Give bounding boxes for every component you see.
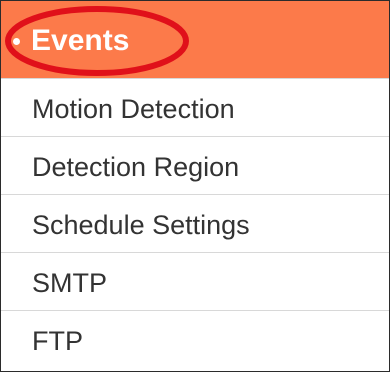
menu-item-label: Schedule Settings [32,210,250,240]
menu-item-schedule-settings[interactable]: Schedule Settings [1,195,389,253]
events-menu-panel: Events Motion Detection Detection Region… [0,0,390,372]
menu-item-label: FTP [32,326,83,356]
menu-header-events[interactable]: Events [1,1,389,79]
menu-item-motion-detection[interactable]: Motion Detection [1,79,389,137]
menu-item-label: Detection Region [32,152,240,182]
menu-item-label: SMTP [32,268,108,298]
menu-header-label: Events [31,24,130,57]
bullet-icon [13,38,20,45]
menu-item-label: Motion Detection [32,94,235,124]
menu-item-ftp[interactable]: FTP [1,311,389,371]
menu-item-smtp[interactable]: SMTP [1,253,389,311]
menu-item-detection-region[interactable]: Detection Region [1,137,389,195]
